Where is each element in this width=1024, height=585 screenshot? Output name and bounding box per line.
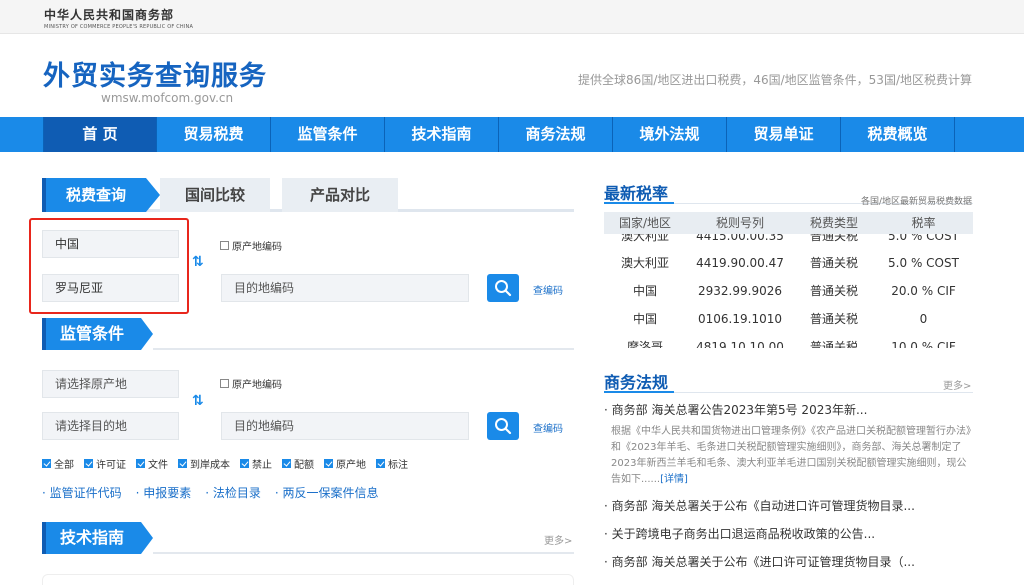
checkbox-checked-icon bbox=[178, 459, 187, 468]
tech-guide-more-link[interactable]: 更多> bbox=[544, 532, 572, 547]
table-row[interactable]: 中国 0106.19.1010 普通关税 0 bbox=[604, 305, 973, 333]
tech-guide-heading: 技术指南 bbox=[42, 522, 141, 554]
checkbox-checked-icon bbox=[136, 459, 145, 468]
ministry-name-en: MINISTRY OF COMMERCE PEOPLE'S REPUBLIC O… bbox=[44, 24, 194, 30]
link-trade-remedy-cases[interactable]: · 两反一保案件信息 bbox=[275, 484, 379, 501]
checkbox-checked-icon bbox=[240, 459, 249, 468]
col-rate: 税率 bbox=[911, 216, 936, 230]
col-tax-type: 税费类型 bbox=[809, 216, 858, 230]
heading-underline bbox=[604, 202, 674, 204]
supervision-links: · 监管证件代码 · 申报要素 · 法检目录 · 两反一保案件信息 bbox=[42, 484, 393, 501]
check-landed-cost[interactable]: 到岸成本 bbox=[178, 456, 230, 471]
check-license[interactable]: 许可证 bbox=[84, 456, 126, 471]
top-bar: 中华人民共和国商务部 MINISTRY OF COMMERCE PEOPLE'S… bbox=[0, 0, 1024, 34]
commerce-law-more-link[interactable]: 更多> bbox=[943, 377, 971, 392]
law-item-1[interactable]: · 商务部 海关总署公告2023年第5号 2023年新... bbox=[604, 401, 867, 418]
origin-code-checkbox[interactable]: 原产地编码 bbox=[220, 238, 282, 253]
supervision-swap-icon[interactable]: ⇅ bbox=[192, 393, 204, 409]
tab-product-compare[interactable]: 产品对比 bbox=[282, 178, 398, 212]
tab-tax-query[interactable]: 税费查询 bbox=[42, 178, 146, 212]
site-title[interactable]: 外贸实务查询服务 bbox=[43, 54, 267, 93]
check-origin[interactable]: 原产地 bbox=[324, 456, 366, 471]
swap-icon[interactable]: ⇅ bbox=[192, 254, 204, 270]
nav-trade-tax[interactable]: 贸易税费 bbox=[157, 117, 271, 152]
table-row[interactable]: 澳大利亚 4419.90.00.47 普通关税 5.0 % COST bbox=[604, 249, 973, 277]
heading-underline bbox=[604, 391, 674, 393]
ministry-logo[interactable]: 中华人民共和国商务部 MINISTRY OF COMMERCE PEOPLE'S… bbox=[44, 6, 193, 30]
table-row[interactable]: 摩洛哥 4819.10.10.00 普通关税 10.0 % CIF bbox=[604, 333, 973, 348]
main-nav: 首 页 贸易税费 监管条件 技术指南 商务法规 境外法规 贸易单证 税费概览 bbox=[0, 117, 1024, 152]
supervision-checkboxes: 全部 许可证 文件 到岸成本 禁止 配额 原产地 标注 bbox=[42, 456, 418, 471]
law-item-2[interactable]: · 商务部 海关总署关于公布《自动进口许可管理货物目录... bbox=[604, 497, 915, 514]
checkbox-checked-icon bbox=[42, 459, 51, 468]
tab-country-compare[interactable]: 国间比较 bbox=[160, 178, 270, 212]
origin-code-label: 原产地编码 bbox=[232, 242, 282, 253]
heading-rule bbox=[153, 552, 574, 554]
search-icon bbox=[495, 280, 512, 297]
link-cert-codes[interactable]: · 监管证件代码 bbox=[42, 484, 122, 501]
law-item-3[interactable]: · 关于跨境电子商务出口退运商品税收政策的公告... bbox=[604, 525, 875, 542]
ministry-name-cn: 中华人民共和国商务部 bbox=[44, 8, 175, 22]
checkbox-icon bbox=[220, 379, 229, 388]
supervision-lookup-code-link[interactable]: 查编码 bbox=[533, 420, 563, 435]
nav-tech-guide[interactable]: 技术指南 bbox=[385, 117, 499, 152]
site-tagline: 提供全球86国/地区进出口税费，46国/地区监管条件，53国/地区税费计算 bbox=[578, 73, 972, 87]
checkbox-checked-icon bbox=[324, 459, 333, 468]
checkbox-checked-icon bbox=[84, 459, 93, 468]
supervision-heading: 监管条件 bbox=[42, 318, 141, 350]
table-row[interactable]: 澳大利亚 4415.00.00.35 普通关税 5.0 % COST bbox=[604, 234, 973, 250]
site-domain: wmsw.mofcom.gov.cn bbox=[101, 91, 234, 105]
check-document[interactable]: 文件 bbox=[136, 456, 168, 471]
heading-arrow bbox=[141, 522, 153, 554]
nav-foreign-law[interactable]: 境外法规 bbox=[613, 117, 727, 152]
heading-arrow bbox=[141, 318, 153, 350]
checkbox-checked-icon bbox=[282, 459, 291, 468]
supervision-search-button[interactable] bbox=[487, 412, 519, 440]
tech-guide-panel bbox=[42, 574, 574, 585]
check-quota[interactable]: 配额 bbox=[282, 456, 314, 471]
link-inspection-catalog[interactable]: · 法检目录 bbox=[205, 484, 261, 501]
checkbox-icon bbox=[220, 241, 229, 250]
nav-trade-docs[interactable]: 贸易单证 bbox=[727, 117, 841, 152]
supervision-origin-code-checkbox[interactable]: 原产地编码 bbox=[220, 376, 282, 391]
rates-table-header: 国家/地区 税则号列 税费类型 税率 bbox=[604, 212, 973, 234]
nav-supervision[interactable]: 监管条件 bbox=[271, 117, 385, 152]
supervision-origin-select[interactable]: 请选择原产地 bbox=[42, 370, 179, 398]
detail-link[interactable]: [详情] bbox=[660, 474, 688, 485]
dest-code-input[interactable]: 目的地编码 bbox=[221, 274, 469, 302]
rates-table-body[interactable]: 澳大利亚 4415.00.00.35 普通关税 5.0 % COST 澳大利亚 … bbox=[604, 234, 973, 348]
col-country: 国家/地区 bbox=[618, 216, 672, 230]
nav-home[interactable]: 首 页 bbox=[43, 117, 157, 152]
tax-search-button[interactable] bbox=[487, 274, 519, 302]
supervision-dest-code-input[interactable]: 目的地编码 bbox=[221, 412, 469, 440]
tab-arrow bbox=[146, 178, 160, 212]
check-prohibited[interactable]: 禁止 bbox=[240, 456, 272, 471]
law-item-4[interactable]: · 商务部 海关总署关于公布《进口许可证管理货物目录（... bbox=[604, 553, 915, 570]
table-row[interactable]: 中国 2932.99.9026 普通关税 20.0 % CIF bbox=[604, 277, 973, 305]
highlight-box bbox=[29, 218, 189, 314]
col-tariff-code: 税则号列 bbox=[715, 216, 764, 230]
law-item-1-summary: 根据《中华人民共和国货物进出口管理条例》《农产品进口关税配额管理暂行办法》和《2… bbox=[611, 426, 971, 485]
supervision-origin-code-label: 原产地编码 bbox=[232, 380, 282, 391]
checkbox-checked-icon bbox=[376, 459, 385, 468]
link-declaration-elements[interactable]: · 申报要素 bbox=[136, 484, 192, 501]
supervision-destination-select[interactable]: 请选择目的地 bbox=[42, 412, 179, 440]
heading-rule bbox=[153, 348, 574, 350]
lookup-code-link[interactable]: 查编码 bbox=[533, 282, 563, 297]
nav-tax-overview[interactable]: 税费概览 bbox=[841, 117, 955, 152]
nav-commerce-law[interactable]: 商务法规 bbox=[499, 117, 613, 152]
check-labeling[interactable]: 标注 bbox=[376, 456, 408, 471]
latest-rates-heading: 最新税率 bbox=[604, 184, 669, 203]
tax-query-tabs: 税费查询 国间比较 产品对比 bbox=[42, 178, 574, 212]
commerce-law-heading: 商务法规 bbox=[604, 373, 669, 392]
search-icon bbox=[495, 418, 512, 435]
latest-rates-note: 各国/地区最新贸易税费数据 bbox=[860, 197, 972, 207]
heading-rule bbox=[674, 392, 973, 393]
check-all[interactable]: 全部 bbox=[42, 456, 74, 471]
